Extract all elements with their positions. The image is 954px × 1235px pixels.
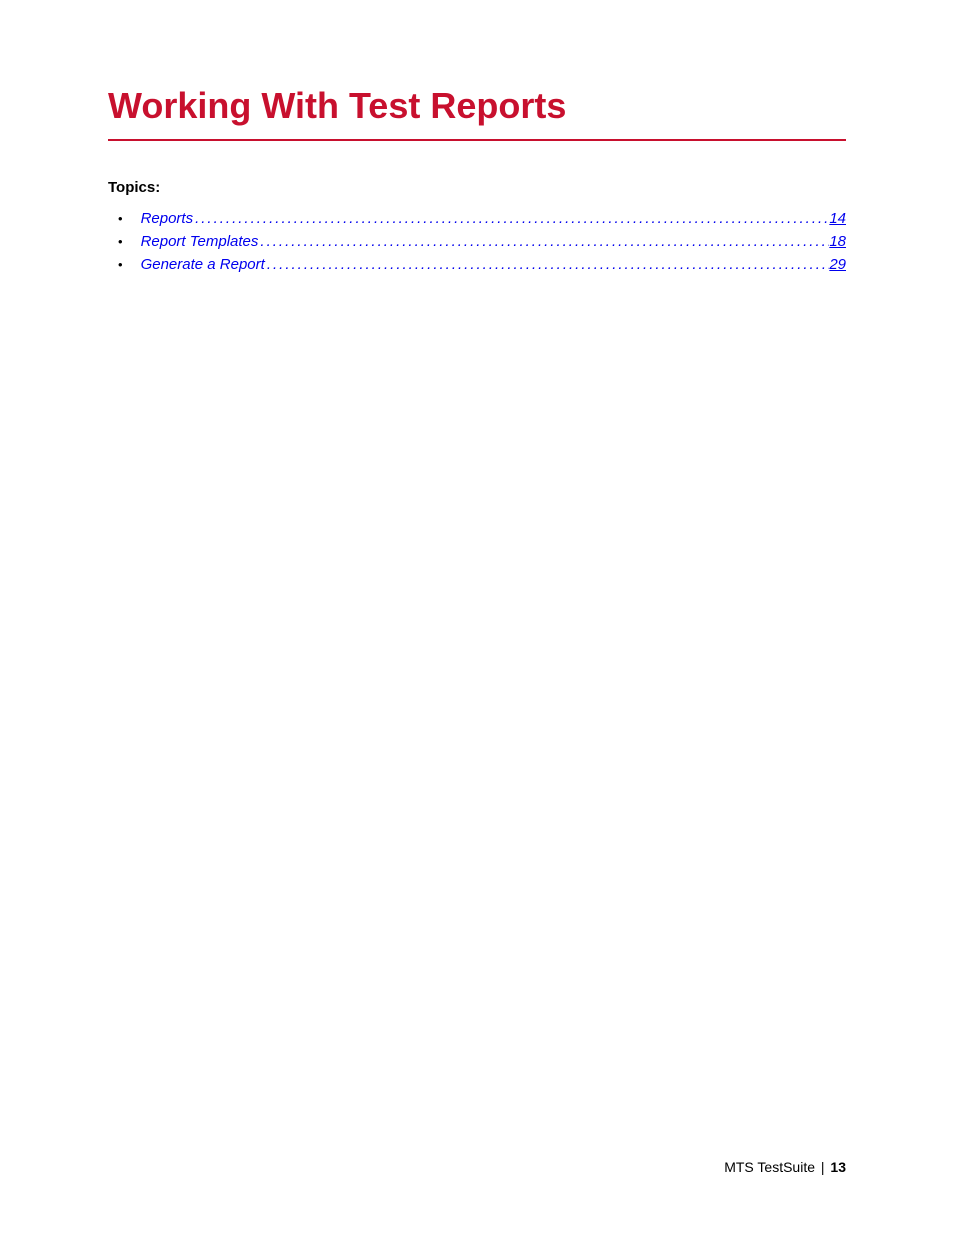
topics-label: Topics: <box>108 179 846 196</box>
bullet-icon: • <box>118 234 123 249</box>
toc-leader-dots <box>193 210 829 227</box>
bullet-icon: • <box>118 211 123 226</box>
toc-leader-dots <box>258 233 829 250</box>
bullet-icon: • <box>118 257 123 272</box>
footer-page-number: 13 <box>830 1159 846 1175</box>
toc-page-report-templates[interactable]: 18 <box>829 233 846 250</box>
footer-separator: | <box>821 1159 825 1175</box>
toc-link-reports[interactable]: Reports <box>141 210 194 227</box>
toc-page-generate-report[interactable]: 29 <box>829 256 846 273</box>
toc-item: • Report Templates 18 <box>108 233 846 250</box>
toc-link-report-templates[interactable]: Report Templates <box>141 233 259 250</box>
toc-list: • Reports 14 • Report Templates 18 • Gen… <box>108 210 846 273</box>
toc-item: • Reports 14 <box>108 210 846 227</box>
toc-link-generate-report[interactable]: Generate a Report <box>141 256 265 273</box>
footer-product: MTS TestSuite <box>724 1159 815 1175</box>
page-footer: MTS TestSuite | 13 <box>724 1159 846 1175</box>
toc-item: • Generate a Report 29 <box>108 256 846 273</box>
toc-page-reports[interactable]: 14 <box>829 210 846 227</box>
chapter-title: Working With Test Reports <box>108 85 846 141</box>
toc-leader-dots <box>265 256 830 273</box>
